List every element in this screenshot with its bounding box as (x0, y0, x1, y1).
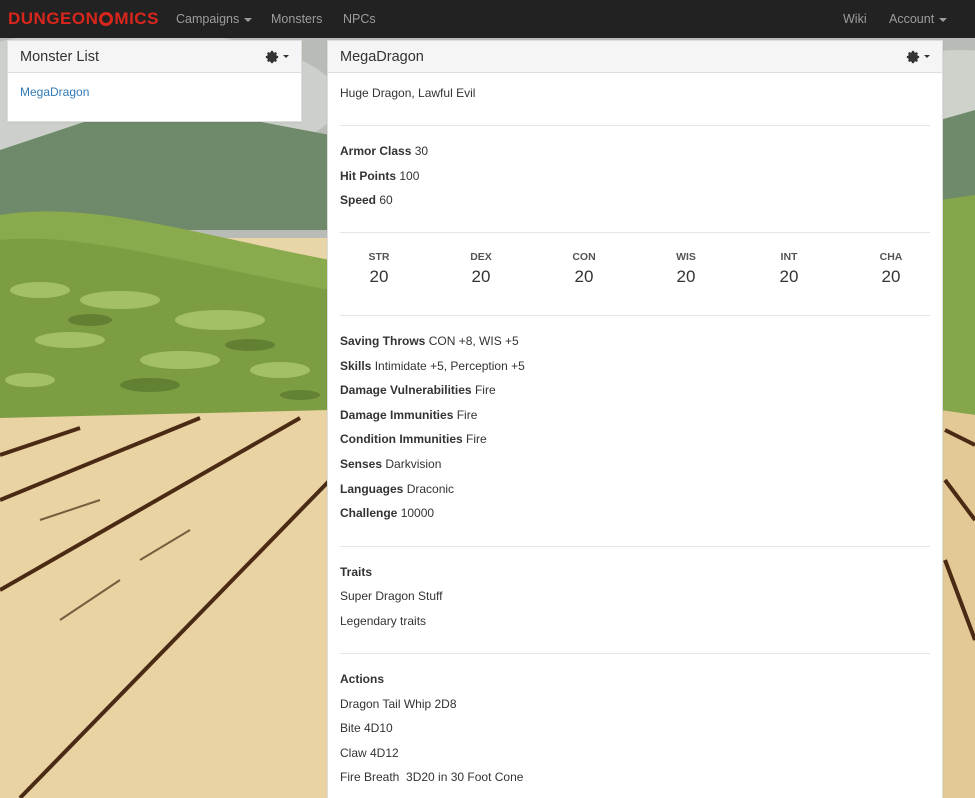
top-navbar: DUNGEON MICS Campaigns Monsters NPCs Wiki… (0, 0, 975, 38)
action-item: Fire Breath 3D20 in 30 Foot Cone (340, 770, 524, 784)
nav-npcs-link[interactable]: NPCs (343, 12, 376, 26)
armor-class-row: Armor Class 30 (340, 144, 428, 158)
traits-label: Traits (340, 565, 373, 579)
saving-throws-row: Saving Throws CON +8, WIS +5 (340, 334, 519, 348)
divider (340, 315, 930, 316)
ability-label: CON (572, 251, 596, 263)
ability-value: 20 (676, 267, 696, 286)
nav-account-label: Account (889, 12, 935, 26)
actions-label: Actions (340, 672, 385, 686)
ability-label: WIS (676, 251, 696, 263)
nav-wiki-link[interactable]: Wiki (843, 12, 867, 26)
action-item: Dragon Tail Whip 2D8 (340, 697, 457, 711)
speed-label: Speed (340, 193, 377, 207)
monster-list-header: Monster List (8, 41, 301, 73)
chevron-down-icon (244, 17, 253, 22)
ability-label: STR (368, 251, 390, 263)
monster-settings-button[interactable] (906, 50, 930, 64)
ability-cha: CHA 20 (851, 251, 931, 287)
monster-type: Huge Dragon, Lawful Evil (340, 86, 476, 100)
ability-label: INT (780, 251, 798, 263)
skills-row: Skills Intimidate +5, Perception +5 (340, 359, 525, 373)
condition-immunities-value: Fire (466, 432, 487, 446)
divider (340, 232, 930, 233)
brand-text-left: DUNGEON (8, 9, 99, 28)
armor-class-value: 30 (414, 144, 429, 158)
damage-vulnerabilities-value: Fire (474, 383, 496, 397)
traits-heading: Traits (340, 565, 372, 579)
languages-row: Languages Draconic (340, 482, 454, 496)
brand-logo[interactable]: DUNGEON MICS (8, 9, 159, 29)
senses-row: Senses Darkvision (340, 457, 441, 471)
damage-immunities-label: Damage Immunities (340, 408, 454, 422)
monster-list-item-megadragon[interactable]: MegaDragon (20, 85, 89, 99)
nav-monsters-label: Monsters (271, 12, 323, 26)
condition-immunities-label: Condition Immunities (340, 432, 463, 446)
d20-logo-icon (99, 12, 114, 26)
damage-vulnerabilities-label: Damage Vulnerabilities (340, 383, 472, 397)
languages-value: Draconic (406, 482, 455, 496)
ability-wis: WIS 20 (646, 251, 726, 287)
trait-item: Super Dragon Stuff (340, 589, 443, 603)
languages-label: Languages (340, 482, 404, 496)
nav-campaigns-label: Campaigns (176, 12, 240, 26)
actions-heading: Actions (340, 672, 384, 686)
speed-row: Speed 60 (340, 193, 393, 207)
monster-detail-panel: MegaDragon Huge Dragon, Lawful Evil Armo… (327, 40, 943, 798)
senses-value: Darkvision (385, 457, 442, 471)
hit-points-label: Hit Points (340, 169, 396, 183)
divider (340, 546, 930, 547)
monster-detail-header: MegaDragon (328, 41, 942, 73)
damage-immunities-value: Fire (456, 408, 478, 422)
condition-immunities-row: Condition Immunities Fire (340, 432, 487, 446)
divider (340, 653, 930, 654)
ability-label: DEX (470, 251, 492, 263)
monster-list-settings-button[interactable] (265, 50, 289, 64)
saving-throws-value: CON +8, WIS +5 (428, 334, 519, 348)
speed-value: 60 (379, 193, 393, 207)
challenge-label: Challenge (340, 506, 398, 520)
ability-str: STR 20 (339, 251, 419, 287)
action-item: Bite 4D10 (340, 721, 393, 735)
armor-class-label: Armor Class (340, 144, 412, 158)
damage-vulnerabilities-row: Damage Vulnerabilities Fire (340, 383, 496, 397)
ability-dex: DEX 20 (441, 251, 521, 287)
nav-campaigns-dropdown[interactable]: Campaigns (176, 12, 253, 26)
chevron-down-icon (283, 55, 289, 58)
ability-int: INT 20 (749, 251, 829, 287)
monster-list-panel: Monster List MegaDragon (7, 40, 302, 122)
ability-value: 20 (369, 267, 389, 286)
hit-points-value: 100 (399, 169, 420, 183)
monster-name-title: MegaDragon (340, 48, 424, 65)
senses-label: Senses (340, 457, 383, 471)
action-item: Claw 4D12 (340, 746, 399, 760)
chevron-down-icon (924, 55, 930, 58)
gear-icon (265, 50, 279, 63)
ability-label: CHA (879, 251, 903, 263)
nav-account-dropdown[interactable]: Account (889, 12, 948, 26)
nav-monsters-link[interactable]: Monsters (271, 12, 322, 26)
ability-value: 20 (471, 267, 491, 286)
ability-value: 20 (779, 267, 799, 286)
nav-wiki-label: Wiki (843, 12, 867, 26)
challenge-value: 10000 (400, 506, 435, 520)
divider (340, 125, 930, 126)
challenge-row: Challenge 10000 (340, 506, 434, 520)
brand-text-right: MICS (114, 9, 159, 28)
gear-icon (906, 50, 920, 63)
nav-npcs-label: NPCs (343, 12, 376, 26)
damage-immunities-row: Damage Immunities Fire (340, 408, 477, 422)
ability-value: 20 (574, 267, 594, 286)
chevron-down-icon (939, 17, 948, 22)
ability-con: CON 20 (544, 251, 624, 287)
monster-list-title: Monster List (20, 48, 99, 65)
hit-points-row: Hit Points 100 (340, 169, 419, 183)
ability-value: 20 (881, 267, 901, 286)
trait-item: Legendary traits (340, 614, 427, 628)
saving-throws-label: Saving Throws (340, 334, 426, 348)
skills-value: Intimidate +5, Perception +5 (374, 359, 525, 373)
skills-label: Skills (340, 359, 372, 373)
